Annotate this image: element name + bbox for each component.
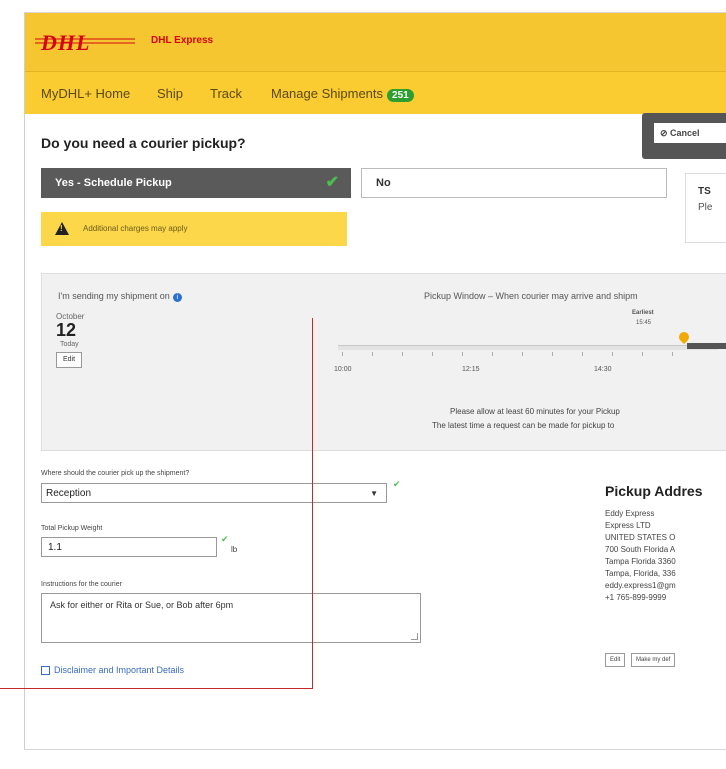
document-icon — [41, 666, 50, 676]
page-frame: DHL DHL Express MyDHL+ Home Ship Track M… — [24, 12, 726, 750]
address-line: Eddy Express — [605, 509, 655, 518]
address-line: 700 South Florida A — [605, 545, 676, 554]
warning-icon: ! — [55, 222, 69, 235]
make-default-button[interactable]: Make my def — [631, 653, 676, 667]
sending-label-text: I'm sending my shipment on — [58, 291, 170, 301]
page-title: Do you need a courier pickup? — [41, 135, 246, 151]
tick — [402, 352, 403, 356]
address-line: Tampa, Florida, 336 — [605, 569, 676, 578]
pickup-address-title: Pickup Addres — [605, 483, 703, 499]
earliest-label: Earliest — [632, 310, 654, 316]
side-info-card: TS Ple — [685, 173, 726, 243]
address-phone: +1 765-899-9999 — [605, 593, 667, 602]
tick — [372, 352, 373, 356]
pickup-schedule-panel: I'm sending my shipment on i October 12 T… — [41, 273, 726, 451]
disclaimer-link[interactable]: Disclaimer and Important Details — [41, 665, 185, 676]
tick-label: 10:00 — [334, 366, 352, 373]
address-line: UNITED STATES O — [605, 533, 676, 542]
allow-time-note: Please allow at least 60 minutes for you… — [450, 407, 620, 416]
tick — [522, 352, 523, 356]
side-card-title: TS — [698, 186, 711, 197]
chevron-down-icon: ▼ — [370, 489, 378, 498]
tick — [552, 352, 553, 356]
main-nav: MyDHL+ Home Ship Track Manage Shipments 2… — [25, 71, 726, 114]
pickup-location-select[interactable]: Reception ▼ — [41, 483, 387, 503]
nav-manage-shipments[interactable]: Manage Shipments 251 — [271, 86, 414, 102]
annotation-line-horizontal — [0, 688, 313, 689]
tick-label: 12:15 — [462, 366, 480, 373]
cancel-label: Cancel — [670, 128, 700, 138]
pickup-weight-input[interactable]: 1.1 — [41, 537, 217, 557]
tick — [612, 352, 613, 356]
edit-address-button[interactable]: Edit — [605, 653, 626, 667]
pickup-window-title: Pickup Window – When courier may arrive … — [424, 291, 638, 301]
pickup-window-track[interactable] — [338, 345, 718, 350]
date-today: Today — [60, 341, 79, 348]
weight-label: Total Pickup Weight — [41, 525, 103, 532]
date-day: 12 — [56, 320, 77, 340]
charges-warning: ! Additional charges may apply — [41, 212, 347, 246]
nav-ship[interactable]: Ship — [157, 86, 183, 101]
disclaimer-text: Disclaimer and Important Details — [54, 665, 185, 675]
tick — [342, 352, 343, 356]
courier-instructions-textarea[interactable]: Ask for either or Rita or Sue, or Bob af… — [41, 593, 421, 643]
annotation-line-vertical — [312, 318, 313, 688]
address-line: Express LTD — [605, 521, 651, 530]
tick — [582, 352, 583, 356]
info-icon[interactable]: i — [172, 293, 182, 302]
location-value: Reception — [46, 488, 92, 499]
tick — [462, 352, 463, 356]
header-bar: DHL DHL Express — [25, 13, 726, 71]
edit-date-button[interactable]: Edit — [56, 352, 82, 368]
earliest-time: 15:45 — [636, 320, 652, 326]
tick — [642, 352, 643, 356]
weight-unit: lb — [231, 545, 238, 554]
no-pickup-button[interactable]: No — [361, 168, 667, 198]
cancel-container: ⊘ Cancel — [642, 113, 726, 159]
sending-date-label: I'm sending my shipment on i — [58, 291, 182, 302]
instructions-text: Ask for either or Rita or Sue, or Bob af… — [50, 600, 234, 610]
warning-text: Additional charges may apply — [83, 224, 188, 233]
pickup-window-range[interactable] — [687, 343, 726, 349]
resize-handle[interactable] — [411, 633, 418, 640]
tick — [492, 352, 493, 356]
brand-text: DHL Express — [151, 35, 214, 46]
cancel-button[interactable]: ⊘ Cancel — [654, 123, 726, 143]
check-icon: ✔ — [325, 174, 339, 191]
instructions-label: Instructions for the courier — [41, 581, 122, 588]
tick — [672, 352, 673, 356]
nav-home[interactable]: MyDHL+ Home — [41, 86, 130, 101]
address-line: Tampa Florida 3360 — [605, 557, 676, 566]
nav-track[interactable]: Track — [210, 86, 242, 101]
logo-stripes — [35, 38, 135, 44]
latest-time-note: The latest time a request can be made fo… — [432, 421, 615, 430]
location-label: Where should the courier pick up the shi… — [41, 470, 190, 477]
nav-manage-label: Manage Shipments — [271, 86, 384, 101]
address-email: eddy.express1@gm — [605, 581, 676, 590]
tick-label: 14:30 — [594, 366, 612, 373]
shipments-count-badge: 251 — [387, 89, 414, 102]
earliest-marker-handle[interactable] — [676, 329, 692, 345]
side-card-text: Ple — [698, 202, 713, 213]
location-valid-icon: ✔ — [393, 479, 401, 489]
weight-valid-icon: ✔ — [221, 534, 229, 544]
cancel-icon: ⊘ — [660, 128, 671, 138]
yes-schedule-pickup-button[interactable]: Yes - Schedule Pickup ✔ — [41, 168, 351, 198]
tick — [432, 352, 433, 356]
yes-label: Yes - Schedule Pickup — [55, 177, 172, 189]
